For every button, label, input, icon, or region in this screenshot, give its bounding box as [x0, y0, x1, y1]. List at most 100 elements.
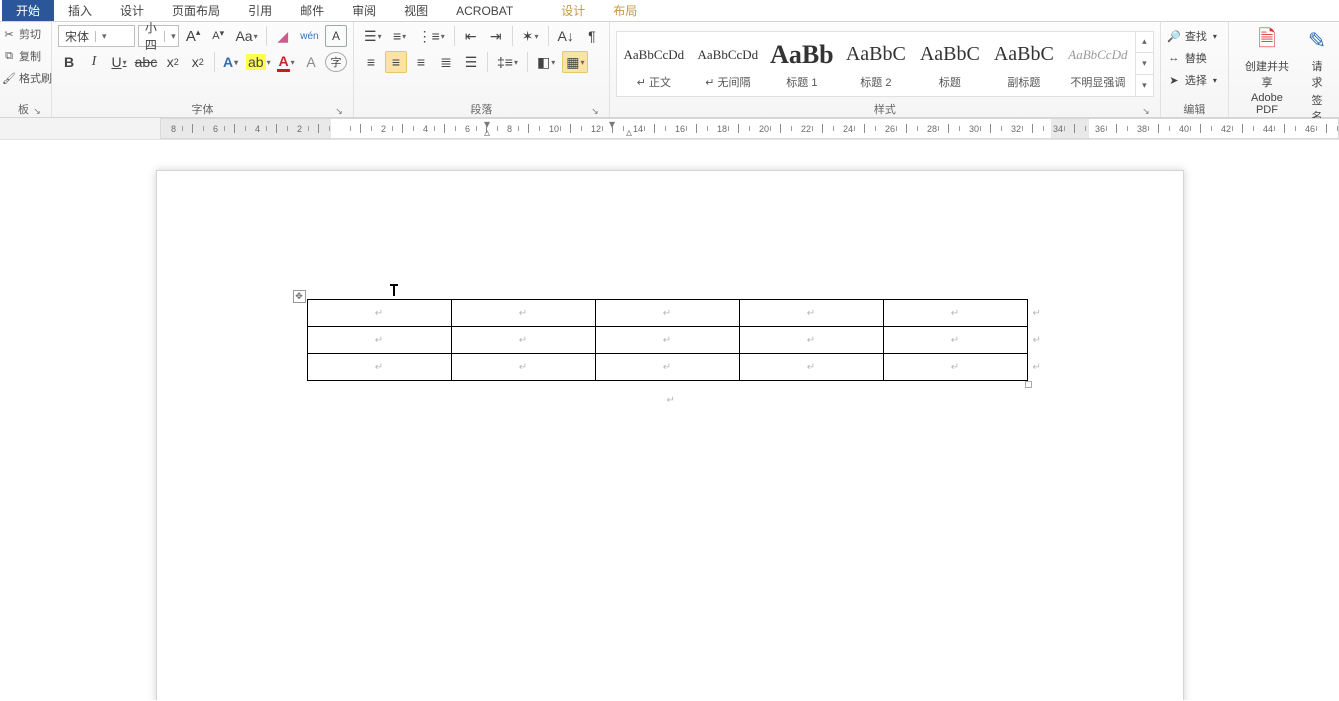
style-item-4[interactable]: AaBbC标题 [913, 32, 987, 96]
find-button[interactable]: 🔎查找▾ [1167, 26, 1222, 46]
styles-scroll-down[interactable]: ▾ [1136, 52, 1153, 74]
styles-dialog-launcher[interactable] [1140, 105, 1152, 117]
right-indent-marker[interactable]: ▵ [626, 125, 632, 139]
numbering-button[interactable]: ≡▾ [389, 25, 411, 47]
style-item-5[interactable]: AaBbC副标题 [987, 32, 1061, 96]
tab-mailings[interactable]: 邮件 [286, 0, 338, 21]
styles-scroll-up[interactable]: ▴ [1136, 32, 1153, 53]
char-shading-button[interactable]: A [300, 51, 322, 73]
select-button[interactable]: ➤选择▾ [1167, 70, 1222, 90]
style-item-3[interactable]: AaBbC标题 2 [839, 32, 913, 96]
table-cell[interactable]: ↵ [739, 354, 883, 381]
strikethrough-button[interactable]: abc [133, 51, 159, 73]
group-editing: 🔎查找▾ ↔替换 ➤选择▾ 编辑 [1161, 22, 1229, 117]
line-spacing-button[interactable]: ‡≡▾ [493, 51, 522, 73]
document-page[interactable]: ↵ ↵ ↵ ↵ ↵ ↵ ↵ ↵ ↵ ↵ ↵ ↵ ↵ ↵ ↵ ↵ [156, 170, 1184, 700]
styles-expand[interactable]: ▾ [1136, 74, 1153, 96]
change-case-button[interactable]: Aa▾ [232, 25, 261, 47]
style-item-0[interactable]: AaBbCcDd↵ 正文 [617, 32, 691, 96]
table-cell[interactable]: ↵ [451, 327, 595, 354]
font-color-button[interactable]: A▾ [275, 51, 297, 73]
font-name-combo[interactable]: 宋体▾ [58, 25, 135, 47]
table-cell[interactable]: ↵ [595, 300, 739, 327]
table-cell[interactable]: ↵ [739, 327, 883, 354]
tab-start[interactable]: 开始 [2, 0, 54, 21]
bold-button[interactable]: B [58, 51, 80, 73]
text-effects-button[interactable]: A▾ [220, 51, 242, 73]
table-cell[interactable]: ↵ [451, 300, 595, 327]
table-row[interactable]: ↵ ↵ ↵ ↵ ↵ [307, 327, 1027, 354]
table-cell[interactable]: ↵ [739, 300, 883, 327]
table-row[interactable]: ↵ ↵ ↵ ↵ ↵ [307, 300, 1027, 327]
format-painter-button[interactable]: 🖌格式刷 [2, 68, 45, 88]
show-marks-button[interactable]: ¶ [581, 25, 603, 47]
asian-layout-button[interactable]: ✶▾ [518, 25, 543, 47]
table-cell[interactable]: ↵ [883, 300, 1027, 327]
document-table[interactable]: ↵ ↵ ↵ ↵ ↵ ↵ ↵ ↵ ↵ ↵ ↵ ↵ ↵ ↵ ↵ [307, 299, 1028, 381]
decrease-indent-button[interactable]: ⇤ [460, 25, 482, 47]
tab-review[interactable]: 审阅 [338, 0, 390, 21]
cut-button[interactable]: ✂剪切 [2, 24, 45, 44]
table-cell[interactable]: ↵ [451, 354, 595, 381]
ruler-tick: 8 [171, 119, 176, 138]
tab-page-layout[interactable]: 页面布局 [158, 0, 234, 21]
table-cell[interactable]: ↵ [595, 354, 739, 381]
copy-button[interactable]: ⧉复制 [2, 46, 45, 66]
ruler-minor-tick [350, 119, 351, 138]
borders-button[interactable]: ▦▾ [562, 51, 588, 73]
style-item-1[interactable]: AaBbCcDd↵ 无间隔 [691, 32, 765, 96]
char-border-button[interactable]: 字 [325, 52, 347, 72]
hanging-indent-marker[interactable]: ▵ [484, 125, 490, 139]
distributed-button[interactable]: ☰ [460, 51, 482, 73]
style-item-6[interactable]: AaBbCcDd不明显强调 [1061, 32, 1135, 96]
shading-button[interactable]: ◧▾ [533, 51, 559, 73]
tab-acrobat[interactable]: ACROBAT [442, 0, 527, 21]
superscript-button[interactable]: x2 [187, 51, 209, 73]
tab-stop-marker[interactable]: ▾ [609, 118, 615, 131]
table-move-handle[interactable] [293, 290, 306, 303]
create-share-pdf-button[interactable]: 🗎 创建并共享 Adobe PDF [1235, 24, 1299, 118]
tab-view[interactable]: 视图 [390, 0, 442, 21]
horizontal-ruler[interactable]: 8642246810121416182022242628303234363840… [160, 118, 1339, 139]
tab-table-layout[interactable]: 布局 [599, 0, 651, 21]
highlight-button[interactable]: ab▾ [245, 51, 272, 73]
paragraph-dialog-launcher[interactable] [589, 105, 601, 117]
phonetic-guide-button[interactable]: wén [297, 25, 322, 47]
tab-references[interactable]: 引用 [234, 0, 286, 21]
table-cell[interactable]: ↵ [883, 327, 1027, 354]
font-size-combo[interactable]: 小四▾ [138, 25, 179, 47]
paragraph-mark: ↵ [667, 395, 675, 406]
align-justify-icon: ≣ [440, 54, 452, 71]
shrink-font-button[interactable]: A▾ [207, 25, 229, 47]
tab-insert[interactable]: 插入 [54, 0, 106, 21]
table-cell[interactable]: ↵ [883, 354, 1027, 381]
grow-font-button[interactable]: A▴ [182, 25, 204, 47]
table-cell[interactable]: ↵ [307, 327, 451, 354]
subscript-button[interactable]: x2 [162, 51, 184, 73]
align-left-button[interactable]: ≡ [360, 51, 382, 73]
sort-button[interactable]: A↓ [554, 25, 578, 47]
underline-button[interactable]: U▾ [108, 51, 130, 73]
clear-formatting-button[interactable]: ◢ [272, 25, 294, 47]
cut-label: 剪切 [19, 26, 41, 42]
table-cell[interactable]: ↵ [307, 300, 451, 327]
table-row[interactable]: ↵ ↵ ↵ ↵ ↵ [307, 354, 1027, 381]
align-center-button[interactable]: ≡ [385, 51, 407, 73]
request-signature-button[interactable]: ✎ 请求 签名 [1301, 24, 1333, 126]
bullets-button[interactable]: ☰▾ [360, 25, 386, 47]
font-dialog-launcher[interactable] [333, 105, 345, 117]
multilevel-list-button[interactable]: ⋮≡▾ [414, 25, 449, 47]
align-justify-button[interactable]: ≣ [435, 51, 457, 73]
table-resize-handle[interactable] [1025, 381, 1032, 388]
italic-button[interactable]: I [83, 51, 105, 73]
clipboard-dialog-launcher[interactable] [31, 105, 43, 117]
style-item-2[interactable]: AaBb标题 1 [765, 32, 839, 96]
enclosed-char-button[interactable]: A [325, 25, 347, 47]
increase-indent-button[interactable]: ⇥ [485, 25, 507, 47]
table-cell[interactable]: ↵ [595, 327, 739, 354]
table-cell[interactable]: ↵ [307, 354, 451, 381]
replace-button[interactable]: ↔替换 [1167, 48, 1222, 68]
tab-table-design[interactable]: 设计 [547, 0, 599, 21]
tab-design[interactable]: 设计 [106, 0, 158, 21]
align-right-button[interactable]: ≡ [410, 51, 432, 73]
